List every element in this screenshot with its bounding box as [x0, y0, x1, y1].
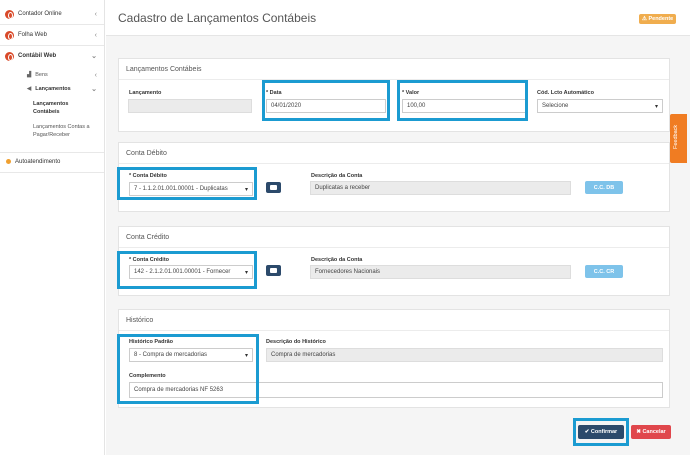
panel-separator: [119, 247, 669, 248]
sidebar-item-label: Autoatendimento: [15, 158, 61, 165]
feedback-label: Feedback: [673, 124, 679, 149]
desc-conta-debito-field: Duplicatas a receber: [310, 181, 571, 195]
panel-title: Lançamentos Contábeis: [126, 66, 202, 73]
sidebar-item-label: Folha Web: [18, 32, 47, 38]
contador-online-logo-icon: [5, 9, 14, 19]
highlight-confirm: [573, 418, 629, 446]
desc-conta-debito-label: Descrição da Conta: [311, 173, 363, 179]
desc-conta-credito-field: Fornecedores Nacionais: [310, 265, 571, 279]
lancamento-label: Lançamento: [129, 90, 162, 96]
chevron-left-icon: ‹: [94, 31, 97, 39]
chevron-down-icon: ⌄: [91, 86, 97, 93]
help-icon: [6, 159, 11, 164]
panel-lancamentos: Lançamentos Contábeis Lançamento * Data …: [118, 58, 670, 132]
highlight-historico: [117, 334, 259, 404]
sidebar-item-label: Bens: [35, 72, 48, 78]
sidebar-item-folha-web[interactable]: Folha Web ‹: [0, 29, 104, 41]
search-conta-debito-button[interactable]: [266, 182, 281, 193]
cc-db-button[interactable]: C.C. DB: [585, 181, 623, 194]
chevron-left-icon: ‹: [94, 10, 97, 18]
sidebar-item-contabil-web[interactable]: Contábil Web ⌄: [0, 50, 104, 62]
panel-separator: [119, 79, 669, 80]
sidebar-item-lancamentos-contabeis[interactable]: Lançamentos Contábeis: [0, 99, 104, 117]
sidebar-item-label: Lançamentos Contas a Pagar/Receber: [33, 124, 90, 138]
sidebar-item-label: Contador Online: [18, 11, 62, 17]
sidebar: Contador Online ‹ Folha Web ‹ Contábil W…: [0, 0, 105, 455]
sidebar-item-lancamentos[interactable]: ◀ Lançamentos ⌄: [0, 84, 104, 94]
highlight-conta-credito: [117, 251, 257, 289]
cod-lcto-select[interactable]: Selecione: [537, 99, 663, 113]
cancel-button[interactable]: ✖ Cancelar: [631, 425, 671, 439]
status-badge: ⚠ Pendente: [639, 14, 677, 24]
panel-title: Conta Débito: [126, 150, 167, 157]
panel-title: Conta Crédito: [126, 234, 170, 241]
sidebar-item-contador-online[interactable]: Contador Online ‹: [0, 8, 104, 20]
sidebar-divider: [0, 24, 104, 25]
sidebar-item-lancamentos-contas[interactable]: Lançamentos Contas a Pagar/Receber: [0, 122, 104, 140]
desc-historico-field: Compra de mercadorias: [266, 348, 663, 362]
highlight-conta-debito: [117, 167, 257, 200]
panel-separator: [119, 330, 669, 331]
contabil-web-logo-icon: [5, 51, 14, 61]
sidebar-divider: [0, 172, 104, 173]
cod-lcto-label: Cód. Lcto Automático: [537, 90, 594, 96]
search-conta-credito-button[interactable]: [266, 265, 281, 276]
cc-cr-button[interactable]: C.C. CR: [585, 265, 623, 278]
folha-web-logo-icon: [5, 30, 14, 40]
sidebar-item-label: Contábil Web: [18, 53, 57, 59]
highlight-valor: [397, 80, 528, 121]
megaphone-icon: ◀: [27, 86, 32, 92]
sidebar-item-label: Lançamentos Contábeis: [33, 101, 69, 115]
chevron-down-icon: ⌄: [91, 53, 97, 60]
lancamento-field: [128, 99, 252, 113]
chevron-left-icon: ‹: [94, 71, 97, 79]
sidebar-item-autoatendimento[interactable]: Autoatendimento: [0, 156, 104, 167]
sidebar-item-bens[interactable]: ▟ Bens ‹: [0, 70, 104, 80]
status-badge-label: Pendente: [648, 16, 674, 22]
sidebar-divider: [0, 45, 104, 46]
sidebar-item-label: Lançamentos: [35, 86, 71, 92]
desc-historico-label: Descrição do Histórico: [266, 339, 326, 345]
desc-conta-credito-label: Descrição da Conta: [311, 257, 363, 263]
sidebar-divider: [0, 152, 104, 153]
highlight-data: [262, 80, 390, 121]
page-title: Cadastro de Lançamentos Contábeis: [118, 11, 317, 25]
panel-separator: [119, 163, 669, 164]
panel-title: Histórico: [126, 317, 154, 324]
chart-icon: ▟: [27, 72, 32, 78]
feedback-tab[interactable]: Feedback: [670, 114, 687, 163]
